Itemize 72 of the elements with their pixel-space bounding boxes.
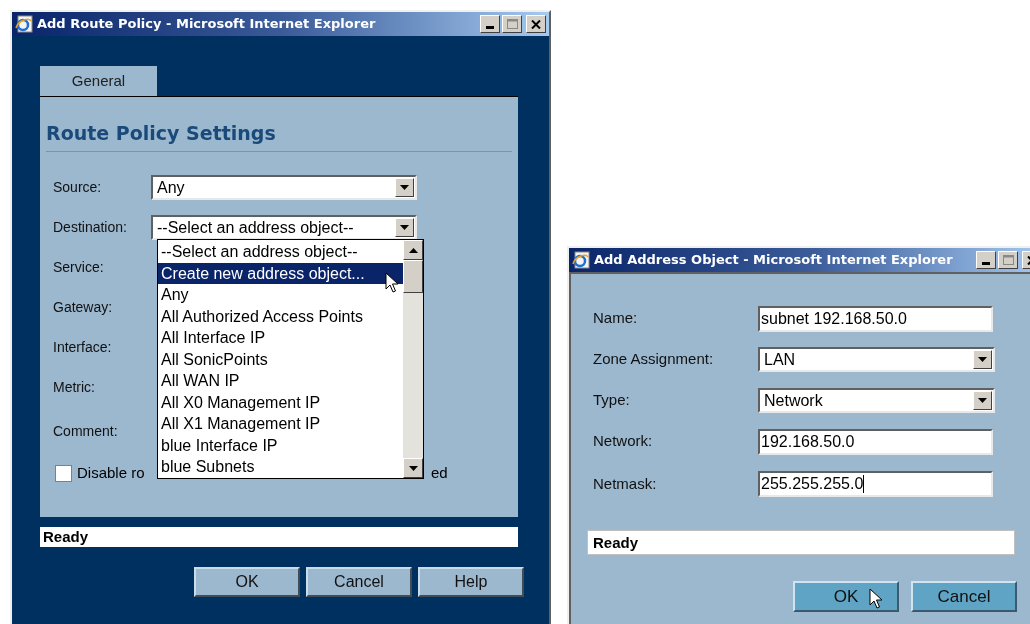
dialog-button[interactable]: Cancel [306,567,412,597]
dropdown-arrow-button[interactable] [973,391,992,410]
field-label: Netmask: [592,473,658,494]
checkbox-label: Disable ro [77,463,146,484]
checkbox-label: ed [431,463,448,484]
scroll-thumb[interactable] [403,260,423,293]
minimize-button[interactable] [480,15,500,33]
dropdown-option[interactable]: All WAN IP [158,370,403,392]
dropdown-option[interactable]: All SonicPoints [158,348,403,370]
down-arrow-icon [978,398,987,403]
dropdown-option[interactable]: Any [158,284,403,306]
field-label: Type: [592,390,631,411]
dropdown-arrow-button[interactable] [395,178,414,197]
minimize-button[interactable] [976,251,996,269]
down-arrow-icon [408,465,418,471]
minimize-icon [982,262,990,265]
mouse-pointer-icon [869,588,883,610]
select-field[interactable]: Any [151,175,417,200]
maximize-icon [506,19,518,29]
maximize-button[interactable] [502,15,522,33]
dialog-button[interactable]: OK [793,581,899,612]
maximize-icon [1002,255,1014,265]
field-label: Zone Assignment: [592,349,715,370]
dropdown-option[interactable]: blue Interface IP [158,434,403,456]
dropdown-option[interactable]: All Authorized Access Points [158,305,403,327]
select-field[interactable]: Network [758,388,995,413]
field-label: Metric: [52,378,96,397]
section-heading: Route Policy Settings [46,119,512,152]
minimize-icon [486,26,494,29]
down-arrow-icon [978,357,987,362]
scroll-down-button[interactable] [403,458,423,478]
text-field[interactable]: subnet 192.168.50.0 [758,305,993,332]
text-field[interactable]: 192.168.50.0 [758,428,993,455]
field-label: Interface: [52,338,113,357]
field-label: Gateway: [52,298,114,317]
close-button[interactable] [526,15,546,33]
field-label: Name: [592,308,639,329]
field-label: Source: [52,178,103,197]
checkbox[interactable] [55,465,72,482]
dropdown-option[interactable]: blue Subnets [158,456,403,478]
dropdown-arrow-button[interactable] [973,350,992,369]
window-title: Add Address Object - Microsoft Internet Explorer [594,251,953,270]
browser-icon [15,15,33,33]
down-arrow-icon [400,225,409,230]
dropdown-option[interactable]: All X0 Management IP [158,391,403,413]
tab[interactable]: General [40,66,157,96]
dialog-button[interactable]: Help [418,567,524,597]
dropdown-arrow-button[interactable] [395,218,414,237]
dropdown-option[interactable]: --Select an address object-- [158,241,403,263]
status-bar: Ready [587,530,1015,555]
dialog-button[interactable]: Cancel [911,581,1017,612]
field-label: Comment: [52,422,119,441]
dropdown-option[interactable]: Create new address object... [158,262,403,284]
close-icon [531,19,541,29]
browser-icon [572,251,590,269]
field-label: Service: [52,258,105,277]
mouse-pointer-icon [385,272,399,294]
window-title: Add Route Policy - Microsoft Internet Explorer [37,15,376,34]
scroll-up-button[interactable] [403,240,423,260]
status-bar: Ready [40,527,518,547]
field-label: Destination: [52,218,128,237]
field-label: Network: [592,431,654,452]
text-field[interactable]: 255.255.255.0 [758,471,993,497]
maximize-button[interactable] [998,251,1018,269]
up-arrow-icon [408,247,418,253]
select-field[interactable]: LAN [758,347,995,372]
dialog-button[interactable]: OK [194,567,300,597]
down-arrow-icon [400,185,409,190]
select-field[interactable]: --Select an address object-- [151,215,417,240]
dropdown-option[interactable]: All Interface IP [158,327,403,349]
scrollbar[interactable] [403,240,423,478]
dropdown-option[interactable]: All X1 Management IP [158,413,403,435]
